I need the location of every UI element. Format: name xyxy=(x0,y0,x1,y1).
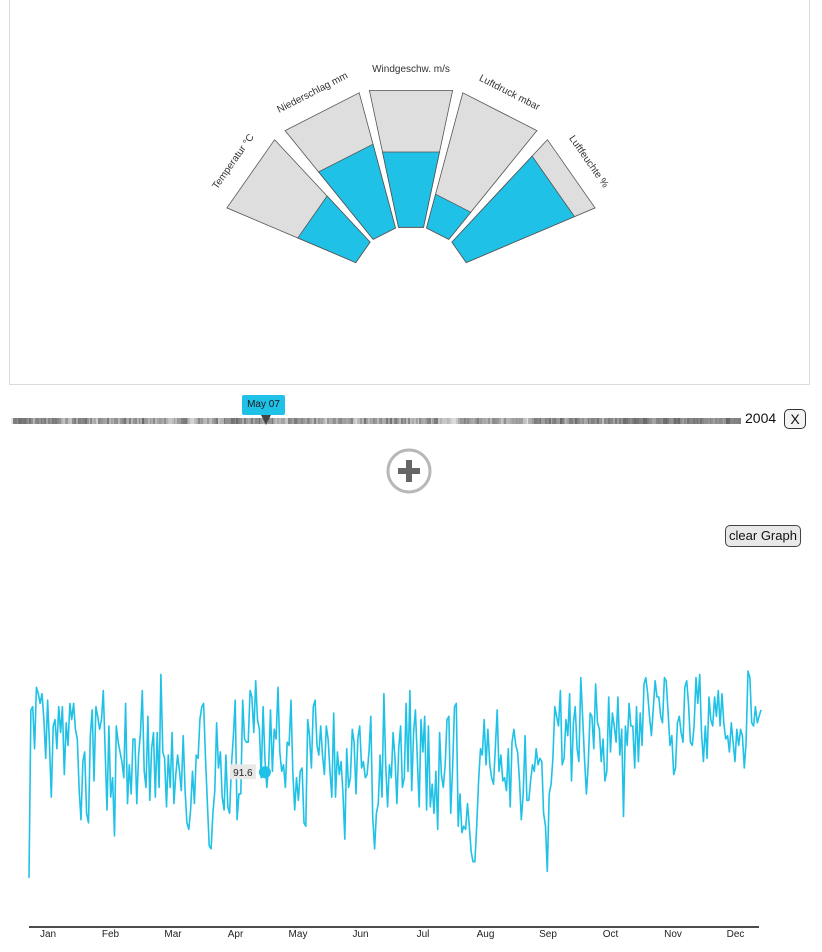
year-label: 2004 xyxy=(745,410,777,426)
highlight-point[interactable] xyxy=(258,766,271,779)
x-tick-label: May xyxy=(289,929,308,940)
year-timeline-slider[interactable] xyxy=(11,418,742,424)
gauge-panel: Temperatur °C Niederschlag mm Windgeschw. … xyxy=(9,0,810,385)
date-marker-pointer-icon[interactable] xyxy=(261,415,271,425)
timeline-day-cell[interactable] xyxy=(739,418,742,424)
x-tick-label: Jun xyxy=(352,929,368,940)
x-tick-label: Apr xyxy=(228,929,244,940)
x-tick-label: Feb xyxy=(102,929,120,940)
x-tick-label: Oct xyxy=(603,929,619,940)
plus-circle-icon[interactable] xyxy=(386,448,432,494)
highlight-value-label: 91.6 xyxy=(233,768,253,779)
weather-dashboard: Temperatur °C Niederschlag mm Windgeschw. … xyxy=(0,0,822,952)
x-tick-label: Nov xyxy=(664,929,682,940)
gauge-label: Windgeschw. m/s xyxy=(372,64,450,75)
radial-gauge-chart: Temperatur °CNiederschlag mmWindgeschw. … xyxy=(211,64,610,264)
close-year-button[interactable]: X xyxy=(784,409,806,429)
x-tick-label: Mar xyxy=(164,929,182,940)
date-marker-badge[interactable]: May 07 xyxy=(242,395,285,415)
series-line xyxy=(28,670,762,878)
x-tick-label: Jan xyxy=(40,929,56,940)
line-chart: Jan Feb Mar Apr May Jun Jul Aug Sep Oct Nov Dec 91.6 xyxy=(28,670,762,940)
x-tick-label: Dec xyxy=(727,929,745,940)
x-tick-label: Aug xyxy=(477,929,495,940)
x-tick-label: Sep xyxy=(539,929,557,940)
clear-graph-button[interactable]: clear Graph xyxy=(725,525,801,547)
x-tick-label: Jul xyxy=(417,929,430,940)
